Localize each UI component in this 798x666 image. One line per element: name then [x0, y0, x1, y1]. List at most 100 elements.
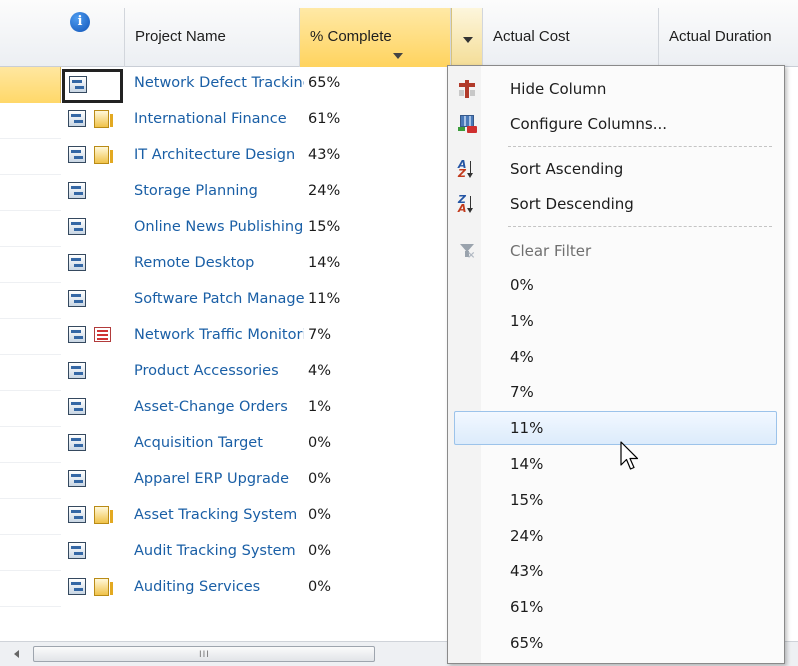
project-name-link[interactable]: Software Patch Management — [134, 283, 304, 319]
project-name-link[interactable]: Storage Planning — [134, 175, 304, 211]
indicator-cell[interactable] — [61, 391, 125, 427]
row-header[interactable] — [0, 139, 61, 175]
indicator-cell[interactable] — [61, 283, 125, 319]
project-name-link[interactable]: Online News Publishing — [134, 211, 304, 247]
document-icon — [94, 578, 113, 596]
project-name-link[interactable]: Product Accessories — [134, 355, 304, 391]
project-name-link[interactable]: Apparel ERP Upgrade — [134, 463, 304, 499]
pct-complete-cell: 0% — [308, 435, 332, 451]
document-icon — [94, 506, 113, 524]
row-header[interactable] — [0, 319, 61, 355]
indicator-cell[interactable] — [61, 247, 125, 283]
row-header[interactable] — [0, 211, 61, 247]
indicator-cell[interactable] — [61, 139, 125, 175]
project-icon — [68, 434, 86, 451]
project-icon — [68, 254, 86, 271]
project-name-link[interactable]: International Finance — [134, 103, 304, 139]
filter-value-item[interactable]: 15% — [448, 483, 786, 517]
project-icon — [68, 362, 86, 379]
indicator-cell[interactable] — [62, 69, 123, 103]
filter-value-item[interactable]: 43% — [448, 554, 786, 588]
project-icon — [68, 218, 86, 235]
project-icon — [68, 542, 86, 559]
chevron-down-icon — [463, 37, 473, 43]
row-header[interactable] — [0, 571, 61, 607]
project-icon — [68, 182, 86, 199]
row-header[interactable] — [0, 175, 61, 211]
indicator-cell[interactable] — [61, 319, 125, 355]
filter-value-item[interactable]: 11% — [451, 411, 778, 446]
row-header[interactable] — [0, 391, 61, 427]
info-column-header[interactable]: i — [61, 8, 125, 67]
scrollbar-thumb[interactable]: III — [33, 646, 375, 662]
project-name-link[interactable]: IT Architecture Design — [134, 139, 304, 175]
indicator-cell[interactable] — [61, 175, 125, 211]
pct-complete-cell: 0% — [308, 471, 332, 487]
filter-value-item[interactable]: 14% — [448, 447, 786, 481]
project-name-link[interactable]: Asset-Change Orders — [134, 391, 304, 427]
column-header-project-name[interactable]: Project Name — [125, 8, 300, 67]
filter-value-label: 14% — [510, 455, 544, 473]
indicator-cell[interactable] — [61, 211, 125, 247]
scrollbar-grip: III — [199, 650, 210, 660]
menu-item-sort-descending[interactable]: ZA Sort Descending — [448, 187, 786, 221]
sort-indicator-icon — [393, 53, 403, 59]
indicator-cell[interactable] — [61, 355, 125, 391]
project-name-link[interactable]: Network Defect Tracking — [134, 67, 304, 103]
column-header-actual-cost[interactable]: Actual Cost — [483, 8, 659, 67]
row-header[interactable] — [0, 103, 61, 139]
filter-value-item[interactable]: 65% — [448, 626, 786, 660]
project-name-link[interactable]: Asset Tracking System — [134, 499, 304, 535]
project-icon — [68, 110, 86, 127]
filter-value-item[interactable]: 61% — [448, 590, 786, 624]
pct-complete-cell: 15% — [308, 219, 341, 235]
project-name-link[interactable]: Auditing Services — [134, 571, 304, 607]
filter-value-label: 0% — [510, 276, 534, 294]
row-header[interactable] — [0, 283, 61, 319]
filter-value-item[interactable]: 1% — [448, 304, 786, 338]
row-header[interactable] — [0, 535, 61, 571]
menu-item-label: Clear Filter — [510, 242, 592, 260]
filter-value-item[interactable]: 24% — [448, 519, 786, 553]
row-header[interactable] — [0, 247, 61, 283]
grid-header: i Project Name % Complete Actual Cost Ac… — [0, 0, 798, 67]
row-header[interactable] — [0, 427, 61, 463]
pct-complete-cell: 4% — [308, 363, 332, 379]
indicator-cell[interactable] — [61, 535, 125, 571]
row-header[interactable] — [0, 355, 61, 391]
column-header-label: Actual Cost — [493, 28, 570, 45]
pct-complete-cell: 7% — [308, 327, 332, 343]
filter-value-item[interactable]: 4% — [448, 340, 786, 374]
column-menu-button[interactable] — [451, 8, 483, 67]
menu-item-label: Sort Ascending — [510, 160, 624, 178]
indicator-cell[interactable] — [61, 571, 125, 607]
menu-item-hide-column[interactable]: Hide Column — [448, 72, 786, 106]
row-header[interactable] — [0, 67, 61, 103]
project-icon — [68, 326, 86, 343]
filter-value-item[interactable]: 7% — [448, 375, 786, 409]
sort-ascending-icon: AZ — [458, 159, 476, 179]
filter-value-label: 11% — [510, 419, 544, 438]
indicator-cell[interactable] — [61, 103, 125, 139]
indicator-cell[interactable] — [61, 463, 125, 499]
filter-value-item[interactable]: 0% — [448, 268, 786, 302]
project-name-link[interactable]: Network Traffic Monitoring — [134, 319, 304, 355]
column-header-pct-complete[interactable]: % Complete — [300, 8, 451, 67]
indicator-cell[interactable] — [61, 427, 125, 463]
menu-item-configure-columns[interactable]: Configure Columns... — [448, 107, 786, 141]
column-header-actual-duration[interactable]: Actual Duration — [659, 8, 798, 67]
row-header[interactable] — [0, 499, 61, 535]
project-name-link[interactable]: Audit Tracking System — [134, 535, 304, 571]
menu-item-label: Configure Columns... — [510, 115, 668, 133]
pct-complete-cell: 1% — [308, 399, 332, 415]
document-icon — [94, 110, 113, 128]
pct-complete-cell: 0% — [308, 543, 332, 559]
project-name-link[interactable]: Remote Desktop — [134, 247, 304, 283]
row-header[interactable] — [0, 463, 61, 499]
indicator-cell[interactable] — [61, 499, 125, 535]
filter-value-label: 43% — [510, 562, 544, 581]
scroll-left-icon[interactable] — [14, 650, 19, 658]
project-name-link[interactable]: Acquisition Target — [134, 427, 304, 463]
menu-item-sort-ascending[interactable]: AZ Sort Ascending — [448, 152, 786, 186]
filter-value-label: 61% — [510, 598, 544, 617]
